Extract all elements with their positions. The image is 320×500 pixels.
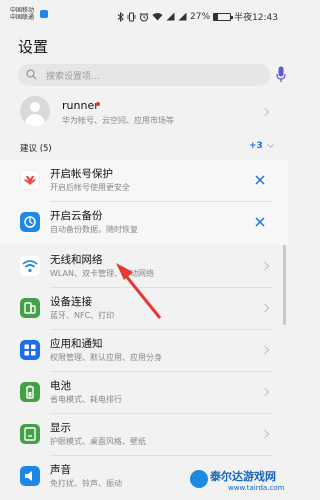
device-connection-icon bbox=[20, 298, 40, 318]
settings-item-title: 电池 bbox=[50, 380, 71, 392]
signal-2-icon bbox=[178, 12, 187, 21]
settings-item-display[interactable]: 显示 护眼模式、桌面风格、壁纸 bbox=[0, 414, 288, 456]
settings-item-subtitle: 权限管理、默认应用、应用分身 bbox=[50, 353, 162, 362]
settings-item-title: 显示 bbox=[50, 422, 71, 434]
suggestion-subtitle: 自动备份数据，随时恢复 bbox=[50, 225, 138, 234]
settings-item-subtitle: WLAN、双卡管理、移动网络 bbox=[50, 269, 155, 278]
battery-icon bbox=[213, 12, 234, 21]
suggestion-title: 开启帐号保护 bbox=[50, 168, 113, 180]
sound-icon bbox=[20, 466, 40, 486]
suggestions-header[interactable]: 建议 (5) +3 bbox=[0, 138, 288, 156]
battery-percent: 27% bbox=[190, 11, 211, 22]
watermark-text: 泰尔达游戏网 bbox=[210, 470, 276, 483]
battery-setting-icon bbox=[20, 382, 40, 402]
suggestions-title: 建议 (5) bbox=[20, 144, 52, 154]
settings-item-title: 声音 bbox=[50, 464, 71, 476]
signal-1-icon bbox=[166, 12, 175, 21]
carrier-1: 中国移动 bbox=[10, 7, 35, 14]
account-subtitle: 华为帐号、云空间、应用市场等 bbox=[62, 116, 174, 125]
chevron-right-icon bbox=[260, 345, 270, 355]
suggestion-subtitle: 开启后帐号使用更安全 bbox=[50, 183, 130, 192]
account-row[interactable]: runner 华为帐号、云空间、应用市场等 bbox=[0, 94, 288, 138]
account-name: runner bbox=[62, 99, 99, 112]
chevron-right-icon bbox=[260, 429, 270, 439]
suggestion-cloud-backup[interactable]: 开启云备份 自动备份数据，随时恢复 bbox=[0, 202, 288, 244]
suggestions-more-count: +3 bbox=[249, 141, 263, 151]
suggestion-title: 开启云备份 bbox=[50, 210, 103, 222]
wifi-icon bbox=[20, 256, 40, 276]
settings-item-subtitle: 护眼模式、桌面风格、壁纸 bbox=[50, 437, 146, 446]
suggestion-account-protection[interactable]: 开启帐号保护 开启后帐号使用更安全 bbox=[0, 160, 288, 202]
vibrate-icon bbox=[127, 12, 136, 21]
carrier-2: 中国联通 bbox=[10, 14, 35, 21]
cloud-backup-icon bbox=[20, 212, 40, 232]
watermark-url: www.tairda.com bbox=[228, 484, 285, 492]
bluetooth-icon bbox=[117, 11, 124, 22]
settings-item-device-connection[interactable]: 设备连接 蓝牙、NFC、打印 bbox=[0, 288, 288, 330]
settings-item-subtitle: 蓝牙、NFC、打印 bbox=[50, 311, 115, 320]
status-icons: 27% 半夜12:43 bbox=[117, 10, 278, 23]
search-input[interactable]: 搜索设置项... bbox=[18, 64, 270, 86]
chevron-right-icon bbox=[260, 387, 270, 397]
avatar bbox=[20, 96, 50, 126]
close-icon[interactable] bbox=[254, 174, 266, 186]
close-icon[interactable] bbox=[254, 216, 266, 228]
carrier-info: 中国移动 中国联通 bbox=[10, 7, 34, 21]
settings-item-title: 设备连接 bbox=[50, 296, 92, 308]
wifi-status-icon bbox=[152, 13, 163, 21]
alarm-icon bbox=[139, 12, 149, 21]
apps-icon bbox=[20, 340, 40, 360]
notification-dot bbox=[96, 102, 100, 106]
status-bar: 中国移动 中国联通 27% 半夜12:43 bbox=[0, 0, 288, 28]
clock: 半夜12:43 bbox=[234, 13, 278, 23]
chevron-right-icon bbox=[260, 261, 270, 271]
settings-item-wireless[interactable]: 无线和网络 WLAN、双卡管理、移动网络 bbox=[0, 246, 288, 288]
search-placeholder: 搜索设置项... bbox=[46, 72, 100, 82]
search-icon bbox=[26, 69, 37, 80]
chevron-right-icon bbox=[260, 107, 270, 117]
huawei-logo-icon bbox=[20, 170, 40, 190]
watermark-logo-icon bbox=[190, 470, 208, 488]
notification-app-icon bbox=[40, 10, 48, 18]
settings-item-subtitle: 省电模式、耗电排行 bbox=[50, 395, 122, 404]
settings-item-subtitle: 免打扰、铃声、振动 bbox=[50, 479, 122, 488]
page-title: 设置 bbox=[18, 38, 49, 56]
settings-item-title: 无线和网络 bbox=[50, 254, 103, 266]
microphone-icon[interactable] bbox=[276, 66, 286, 84]
settings-item-apps-notifications[interactable]: 应用和通知 权限管理、默认应用、应用分身 bbox=[0, 330, 288, 372]
watermark: 泰尔达游戏网 www.tairda.com bbox=[188, 468, 284, 496]
settings-item-battery[interactable]: 电池 省电模式、耗电排行 bbox=[0, 372, 288, 414]
scrollbar[interactable] bbox=[283, 245, 286, 325]
settings-item-title: 应用和通知 bbox=[50, 338, 103, 350]
chevron-right-icon bbox=[260, 303, 270, 313]
display-icon bbox=[20, 424, 40, 444]
chevron-down-icon bbox=[266, 140, 275, 149]
